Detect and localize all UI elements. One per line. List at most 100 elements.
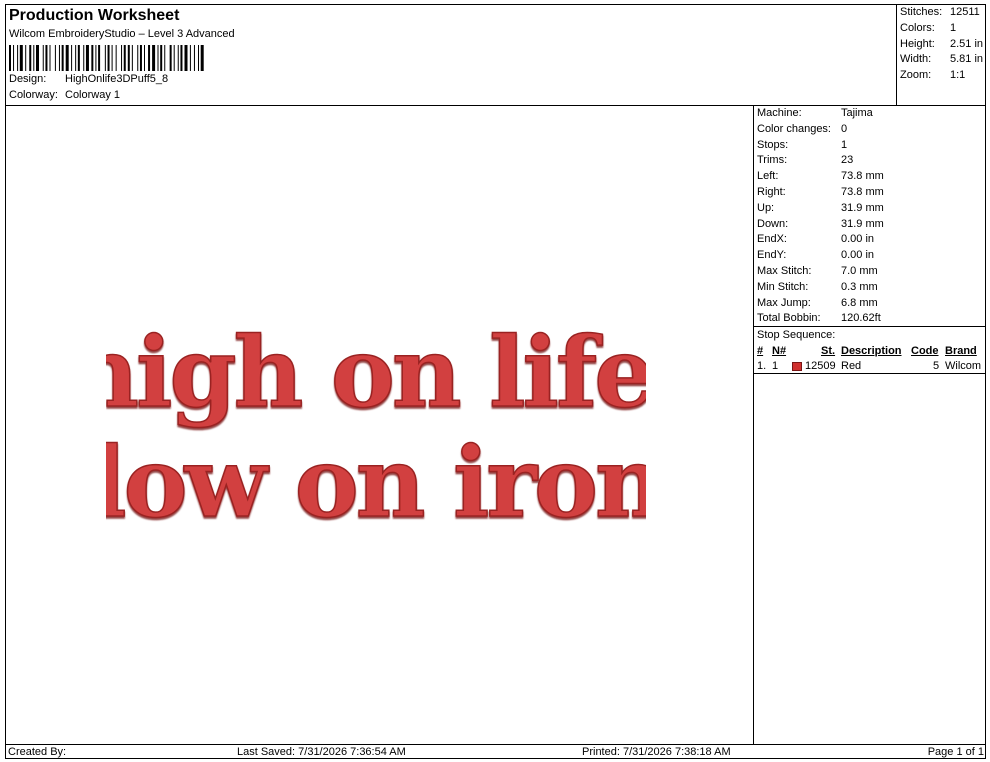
barcode-bar [137, 45, 139, 71]
barcode-bar [13, 45, 15, 71]
stop-sequence-table: Stop Sequence: # N# St. Description Code… [754, 326, 986, 374]
barcode-bar [164, 45, 166, 71]
summary-stats: Stitches: 12511 Colors: 1 Height: 2.51 in W… [896, 5, 986, 106]
barcode-bar [111, 45, 113, 71]
row-stitches: 12509 [805, 360, 836, 372]
barcode-bar [29, 45, 32, 71]
barcode-bar [45, 45, 48, 71]
spec-row: Min Stitch: 0.3 mm [757, 281, 878, 293]
spec-value: Tajima [841, 107, 873, 119]
spec-row: Max Jump: 6.8 mm [757, 297, 878, 309]
spec-row: Up: 31.9 mm [757, 202, 884, 214]
stop-sequence-row: 1. 1 12509 Red 5 Wilcom [757, 360, 985, 374]
barcode-bar [33, 45, 35, 71]
spec-value: 6.8 mm [841, 296, 878, 309]
barcode-bar [25, 45, 27, 71]
spec-row: EndY: 0.00 in [757, 249, 874, 261]
row-brand: Wilcom [945, 360, 982, 372]
page-number: Page 1 of 1 [927, 746, 984, 758]
colorway-label: Colorway: [9, 89, 58, 101]
col-code-header: Code [911, 345, 939, 357]
barcode-bar [61, 45, 64, 71]
barcode-bar [75, 45, 77, 71]
spec-row: Max Stitch: 7.0 mm [757, 265, 878, 277]
spec-value: 0.3 mm [841, 280, 878, 293]
design-label: Design: [9, 73, 47, 85]
barcode-bar [115, 45, 117, 71]
barcode-bar [180, 45, 183, 71]
stat-stitches: Stitches: 12511 [900, 6, 980, 18]
page-title: Production Worksheet [9, 7, 180, 24]
stop-sequence-header: # N# St. Description Code Brand [757, 345, 985, 359]
printed-date: Printed: 7/31/2026 7:38:18 AM [582, 746, 731, 758]
spec-label: Machine: [757, 107, 802, 119]
embroidery-artwork: high on life, low on iron [106, 315, 646, 540]
spec-label: Up: [757, 201, 775, 214]
spec-value: 120.62ft [841, 312, 881, 325]
col-num-header: # [757, 345, 764, 357]
machine-specs-panel: Machine: Tajima Color changes: 0 Stops: 1 Trim… [754, 106, 986, 744]
barcode-bar [85, 45, 89, 71]
barcode-bar [160, 45, 163, 71]
stat-colors: Colors: 1 [900, 22, 957, 34]
artwork-line-2: low on iron [106, 426, 646, 539]
barcode-bar [54, 45, 56, 71]
spec-label: Total Bobbin: [757, 312, 821, 325]
design-preview: high on life, low on iron [6, 106, 754, 744]
worksheet-header: Production Worksheet Wilcom EmbroiderySt… [6, 5, 896, 106]
stat-width: Width: 5.81 in [900, 53, 984, 65]
barcode-bar [189, 45, 191, 71]
spec-value: 0.00 in [841, 249, 875, 262]
spec-label: Trims: [757, 154, 788, 167]
barcode-bar [157, 45, 159, 71]
spec-label: EndX: [757, 233, 787, 246]
spec-value: 0.00 in [841, 233, 875, 246]
barcode-bar [152, 45, 156, 71]
spec-row: Trims: 23 [757, 154, 853, 166]
spec-row: Color changes: 0 [757, 123, 847, 135]
col-stitches-header: St. [821, 345, 836, 357]
col-brand-header: Brand [945, 345, 977, 357]
barcode-bar [169, 45, 172, 71]
spec-row: Total Bobbin: 120.62ft [757, 312, 881, 324]
spec-label: Stops: [757, 138, 789, 151]
barcode [9, 45, 204, 71]
col-description-header: Description [841, 345, 902, 357]
barcode-bar [184, 45, 188, 71]
row-num: 1. [757, 360, 767, 372]
artwork-line-1: high on life, [106, 316, 646, 429]
spec-value: 0 [841, 122, 848, 135]
spec-value: 73.8 mm [841, 186, 884, 198]
spec-value: 31.9 mm [841, 217, 884, 230]
barcode-bar [173, 45, 175, 71]
barcode-bar [58, 45, 60, 71]
barcode-bar [71, 45, 73, 71]
stat-height: Height: 2.51 in [900, 38, 984, 50]
spec-row: Left: 73.8 mm [757, 170, 884, 182]
barcode-bar [200, 45, 204, 71]
barcode-bar [65, 45, 69, 71]
row-description: Red [841, 360, 862, 372]
spec-row: Right: 73.8 mm [757, 186, 884, 198]
spec-row: Stops: 1 [757, 139, 847, 151]
barcode-bar [19, 45, 23, 71]
barcode-bar [49, 45, 51, 71]
barcode-bar [17, 45, 19, 71]
barcode-bar [9, 45, 11, 71]
barcode-bar [107, 45, 110, 71]
spec-label: Color changes: [757, 122, 831, 135]
spec-value: 7.0 mm [841, 265, 878, 277]
spec-value: 23 [841, 154, 854, 167]
spec-label: Left: [757, 170, 779, 183]
barcode-bar [91, 45, 94, 71]
spec-value: 31.9 mm [841, 201, 884, 214]
colorway-value: Colorway 1 [65, 89, 121, 101]
barcode-bar [144, 45, 145, 71]
spec-row: EndX: 0.00 in [757, 233, 874, 245]
barcode-bar [36, 45, 39, 71]
barcode-bar [104, 45, 106, 71]
design-value: HighOnlife3DPuff5_8 [65, 73, 169, 85]
created-by: Created By: [8, 746, 67, 758]
spec-row: Machine: Tajima [757, 107, 873, 119]
barcode-bar [42, 45, 44, 71]
